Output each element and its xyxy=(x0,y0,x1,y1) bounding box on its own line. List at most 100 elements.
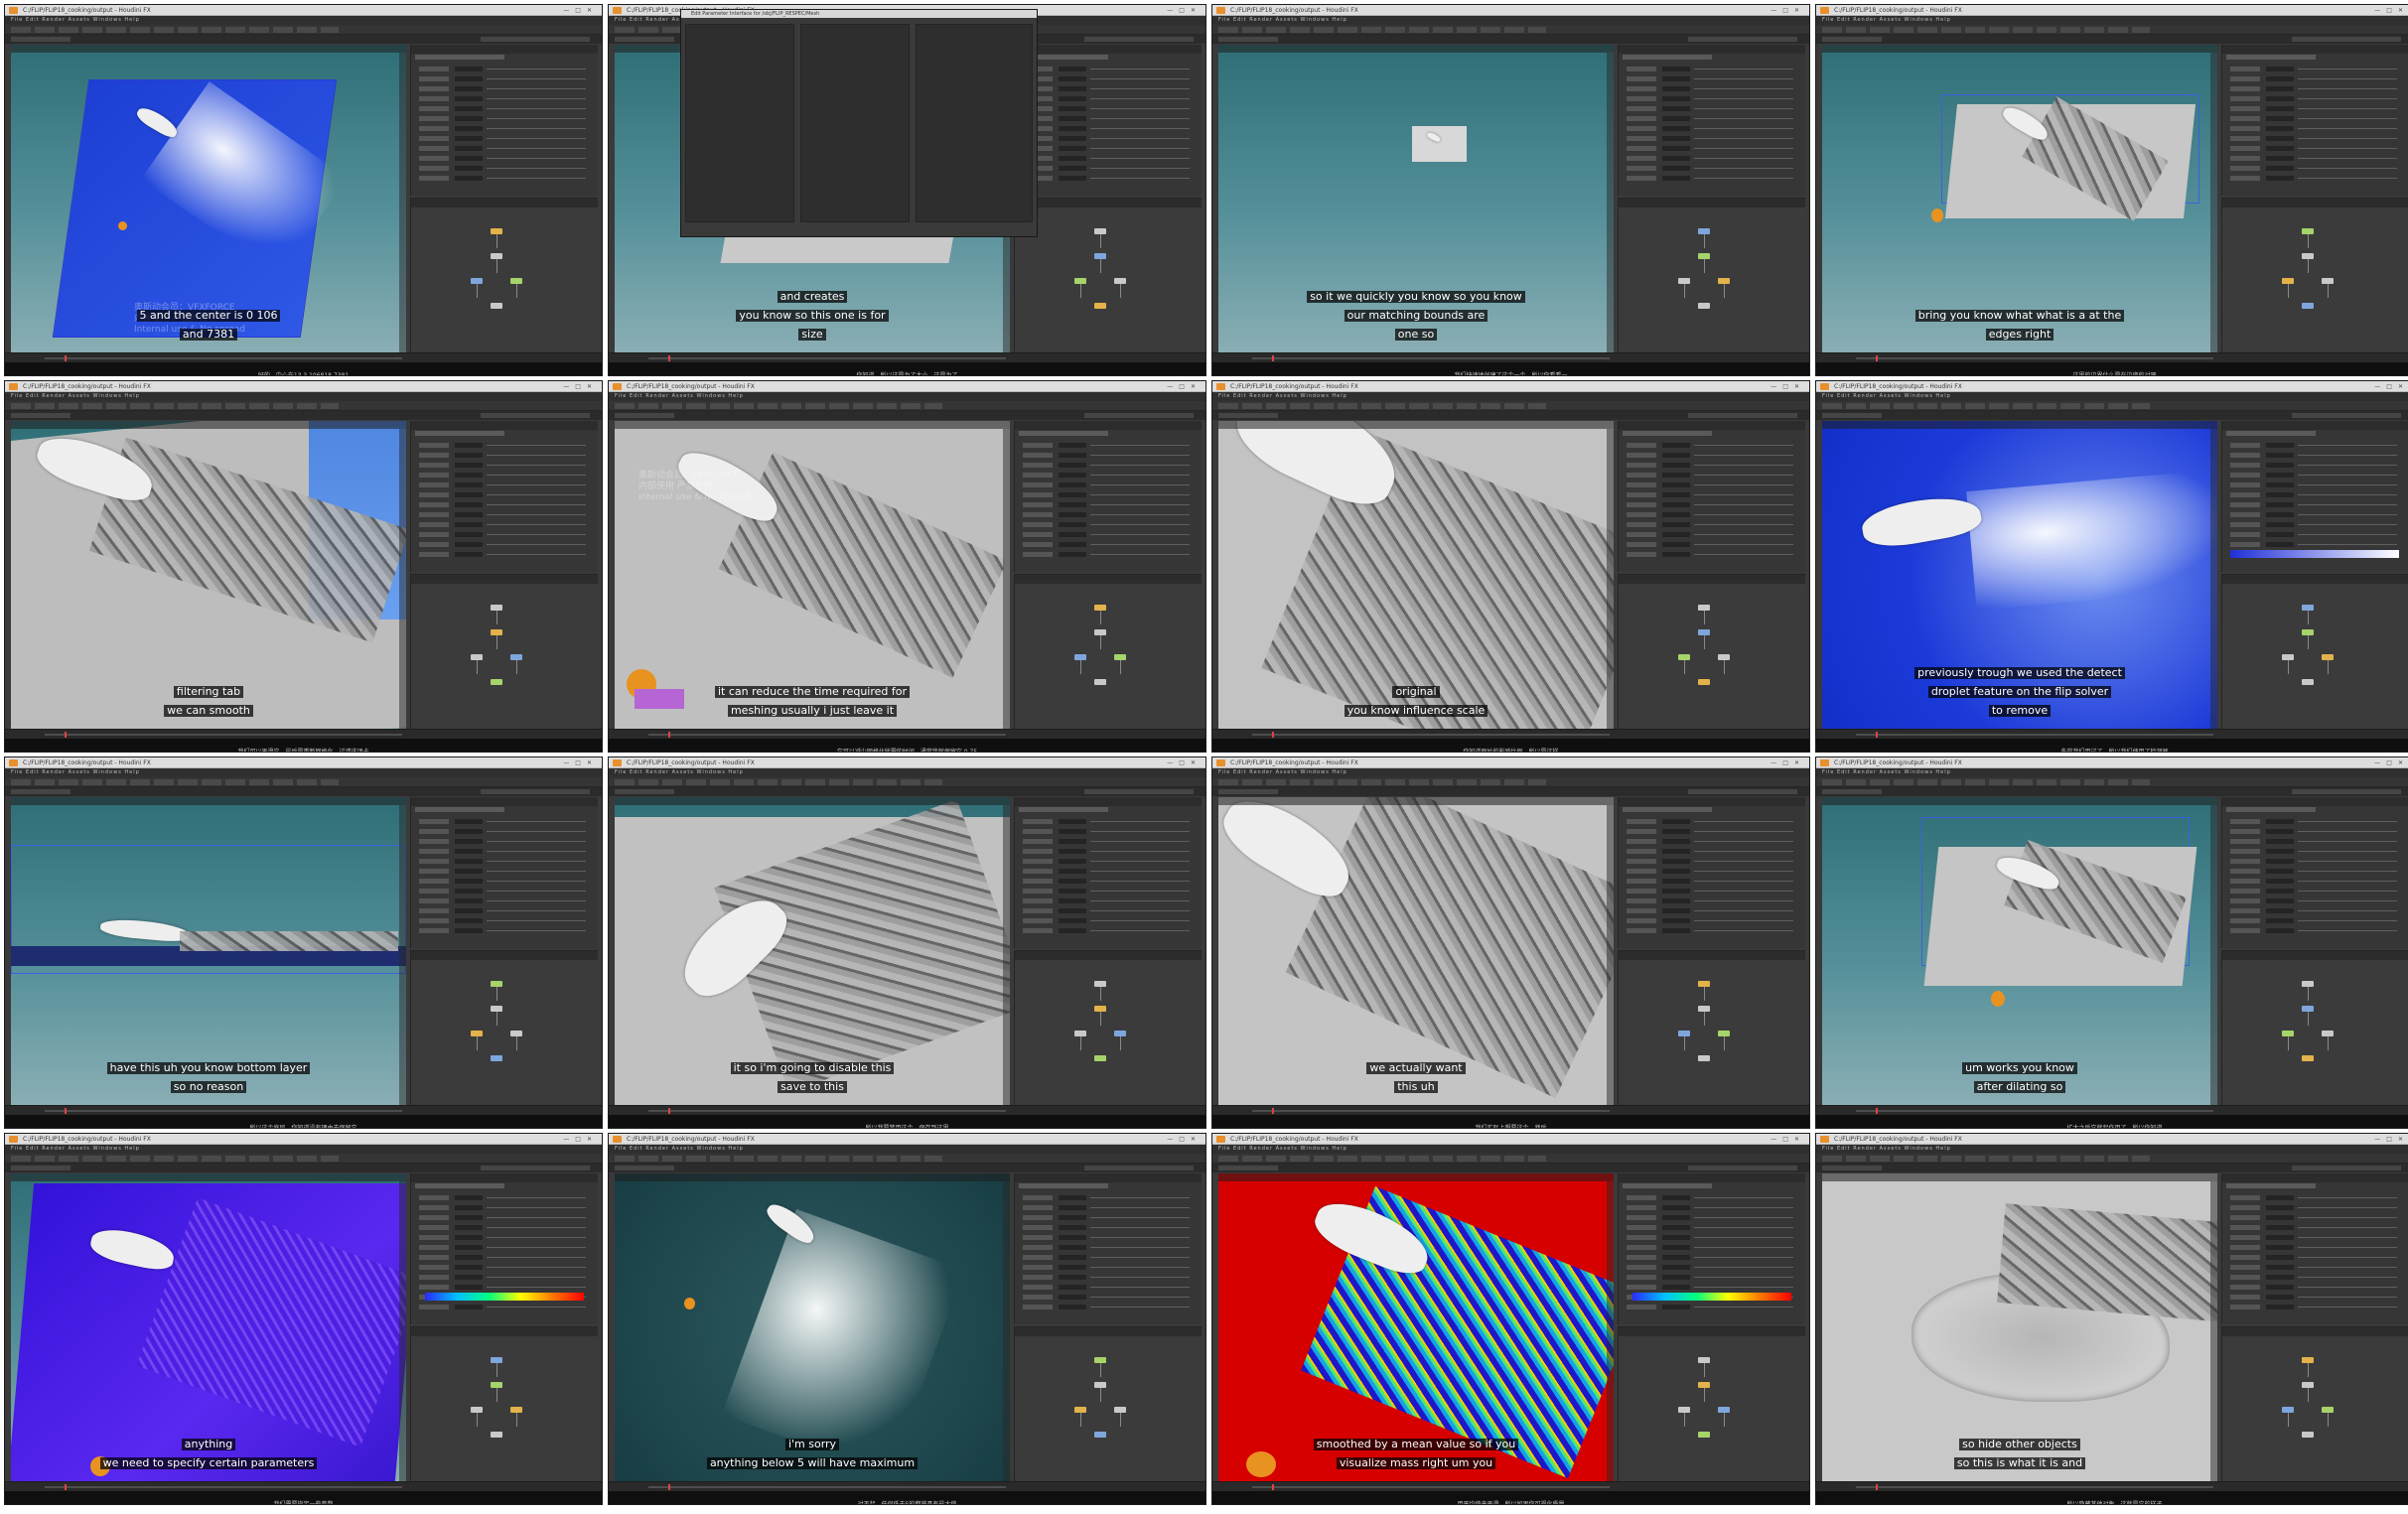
shelf-tabs[interactable] xyxy=(1822,403,2150,409)
parameter-value-field[interactable] xyxy=(1662,1215,1690,1220)
network-editor[interactable] xyxy=(2221,950,2408,1105)
parameter-slider[interactable] xyxy=(487,1257,586,1258)
network-node[interactable] xyxy=(2302,303,2314,309)
parameter-row[interactable] xyxy=(2230,849,2397,854)
parameter-slider[interactable] xyxy=(1090,544,1190,545)
parameter-value-field[interactable] xyxy=(455,908,483,913)
parameter-row[interactable] xyxy=(1023,859,1190,864)
node-path-field[interactable] xyxy=(1688,413,1797,418)
parameter-value-field[interactable] xyxy=(1059,1305,1086,1309)
parameter-value-field[interactable] xyxy=(455,542,483,547)
parameter-row[interactable] xyxy=(1627,552,1793,557)
parameter-row[interactable] xyxy=(1627,869,1793,874)
parameter-value-field[interactable] xyxy=(455,849,483,854)
network-node[interactable] xyxy=(1698,303,1710,309)
scene-path-field[interactable] xyxy=(615,413,674,418)
parameter-value-field[interactable] xyxy=(455,176,483,181)
parameter-slider[interactable] xyxy=(1090,1277,1190,1278)
parameter-row[interactable] xyxy=(419,512,586,517)
parameter-slider[interactable] xyxy=(1090,98,1190,99)
parameter-slider[interactable] xyxy=(1090,1197,1190,1198)
shelf-tabs[interactable] xyxy=(1218,1156,1546,1162)
parameter-slider[interactable] xyxy=(1694,851,1793,852)
timeline-playhead[interactable] xyxy=(1876,355,1878,361)
parameter-row[interactable] xyxy=(1023,67,1190,71)
parameter-slider[interactable] xyxy=(1694,871,1793,872)
network-node[interactable] xyxy=(1094,1055,1106,1061)
timeline-track[interactable] xyxy=(648,1486,1006,1488)
node-name-field[interactable] xyxy=(1623,807,1712,812)
parameter-value-field[interactable] xyxy=(2266,156,2294,161)
parameter-slider[interactable] xyxy=(1694,475,1793,476)
parameter-value-field[interactable] xyxy=(1662,1285,1690,1290)
network-node[interactable] xyxy=(491,303,502,309)
parameter-slider[interactable] xyxy=(1694,128,1793,129)
parameter-slider[interactable] xyxy=(487,178,586,179)
parameter-row[interactable] xyxy=(1023,1235,1190,1240)
parameter-value-field[interactable] xyxy=(455,1305,483,1309)
parameter-value-field[interactable] xyxy=(1059,156,1086,161)
window-controls[interactable]: —□✕ xyxy=(2374,383,2408,390)
parameter-value-field[interactable] xyxy=(2266,839,2294,844)
parameter-slider[interactable] xyxy=(1090,851,1190,852)
parameter-value-field[interactable] xyxy=(1059,492,1086,497)
parameter-slider[interactable] xyxy=(1694,930,1793,931)
window-controls[interactable]: —□✕ xyxy=(1167,1136,1202,1143)
node-path-field[interactable] xyxy=(1084,413,1194,418)
parameter-value-field[interactable] xyxy=(1662,156,1690,161)
parameter-row[interactable] xyxy=(1627,453,1793,458)
node-path-field[interactable] xyxy=(481,1166,590,1170)
timeline-track[interactable] xyxy=(1252,1486,1610,1488)
parameter-slider[interactable] xyxy=(1694,1227,1793,1228)
window-controls[interactable]: —□✕ xyxy=(563,1136,598,1143)
parameter-value-field[interactable] xyxy=(2266,126,2294,131)
parameter-slider[interactable] xyxy=(1090,148,1190,149)
parameter-value-field[interactable] xyxy=(1059,86,1086,91)
parameter-value-field[interactable] xyxy=(2266,1295,2294,1300)
parameter-slider[interactable] xyxy=(1090,900,1190,901)
dialog-column[interactable] xyxy=(800,24,910,222)
parameter-value-field[interactable] xyxy=(1059,879,1086,884)
parameter-row[interactable] xyxy=(2230,908,2397,913)
parameter-value-field[interactable] xyxy=(1662,928,1690,933)
parameter-row[interactable] xyxy=(1627,1305,1793,1309)
menu-items[interactable]: File Edit Render Assets Windows Help xyxy=(11,769,140,776)
node-path-field[interactable] xyxy=(2292,413,2401,418)
parameter-row[interactable] xyxy=(1023,889,1190,894)
parameter-row[interactable] xyxy=(1627,67,1793,71)
parameter-row[interactable] xyxy=(419,156,586,161)
parameter-slider[interactable] xyxy=(1694,1277,1793,1278)
parameter-row[interactable] xyxy=(419,869,586,874)
timeline-track[interactable] xyxy=(648,734,1006,736)
timeline-track[interactable] xyxy=(45,1486,402,1488)
parameter-value-field[interactable] xyxy=(1662,1245,1690,1250)
node-name-field[interactable] xyxy=(1019,1183,1108,1188)
parameter-value-field[interactable] xyxy=(1059,1195,1086,1200)
node-name-field[interactable] xyxy=(2226,431,2316,436)
parameter-value-field[interactable] xyxy=(455,819,483,824)
parameter-row[interactable] xyxy=(1023,1195,1190,1200)
scene-path-field[interactable] xyxy=(615,37,674,42)
parameter-row[interactable] xyxy=(1627,918,1793,923)
playbar[interactable] xyxy=(1816,1105,2408,1115)
parameter-row[interactable] xyxy=(1627,96,1793,101)
parameter-row[interactable] xyxy=(2230,1285,2397,1290)
parameter-row[interactable] xyxy=(2230,839,2397,844)
parameter-value-field[interactable] xyxy=(455,918,483,923)
parameter-slider[interactable] xyxy=(2298,445,2397,446)
parameter-value-field[interactable] xyxy=(2266,482,2294,487)
color-ramp[interactable] xyxy=(425,1293,584,1301)
parameter-value-field[interactable] xyxy=(455,1195,483,1200)
network-editor[interactable] xyxy=(1014,574,1202,729)
parameter-row[interactable] xyxy=(419,1205,586,1210)
parameter-slider[interactable] xyxy=(1090,475,1190,476)
network-node[interactable] xyxy=(2302,1055,2314,1061)
parameter-row[interactable] xyxy=(1627,443,1793,448)
window-controls[interactable]: —□✕ xyxy=(2374,7,2408,14)
parameter-slider[interactable] xyxy=(1694,1257,1793,1258)
parameter-value-field[interactable] xyxy=(2266,908,2294,913)
parameter-value-field[interactable] xyxy=(1662,1275,1690,1280)
parameter-slider[interactable] xyxy=(1090,891,1190,892)
parameter-value-field[interactable] xyxy=(1059,869,1086,874)
parameter-value-field[interactable] xyxy=(1059,96,1086,101)
